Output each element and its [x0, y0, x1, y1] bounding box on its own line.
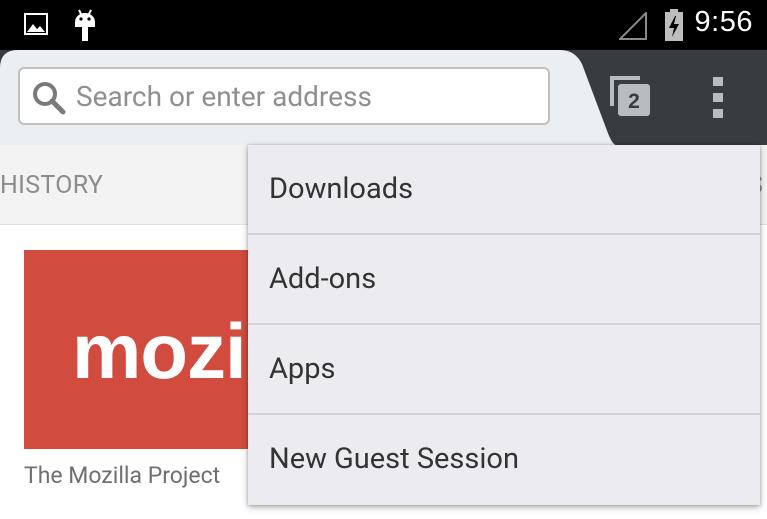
browser-toolbar: Search or enter address 2	[0, 50, 767, 145]
url-bar-tab: Search or enter address	[0, 50, 616, 145]
signal-icon	[619, 12, 647, 40]
menu-item-downloads[interactable]: Downloads	[248, 145, 760, 235]
top-site-label: The Mozilla Project	[24, 462, 221, 489]
menu-item-label: New Guest Session	[269, 442, 519, 476]
menu-item-apps[interactable]: Apps	[248, 325, 760, 415]
search-placeholder: Search or enter address	[76, 80, 372, 113]
status-bar: 9:56	[0, 0, 767, 50]
picture-icon	[24, 13, 48, 35]
search-icon	[33, 82, 66, 115]
overflow-menu-icon	[713, 77, 723, 118]
status-clock: 9:56	[694, 6, 753, 38]
android-icon	[75, 9, 95, 41]
tabs-counter-icon: 2	[610, 76, 650, 116]
menu-item-label: Apps	[269, 352, 336, 386]
overflow-menu: Downloads Add-ons Apps New Guest Session	[248, 145, 760, 505]
overflow-menu-button[interactable]	[704, 73, 734, 123]
menu-item-label: Downloads	[269, 172, 414, 206]
tabs-button[interactable]: 2	[605, 73, 655, 123]
menu-item-label: Add-ons	[269, 262, 377, 296]
battery-charging-icon	[665, 9, 683, 41]
menu-item-add-ons[interactable]: Add-ons	[248, 235, 760, 325]
tab-history[interactable]: HISTORY	[0, 171, 103, 200]
url-bar[interactable]: Search or enter address	[18, 67, 550, 125]
tab-count: 2	[628, 90, 640, 113]
menu-item-new-guest-session[interactable]: New Guest Session	[248, 415, 760, 505]
